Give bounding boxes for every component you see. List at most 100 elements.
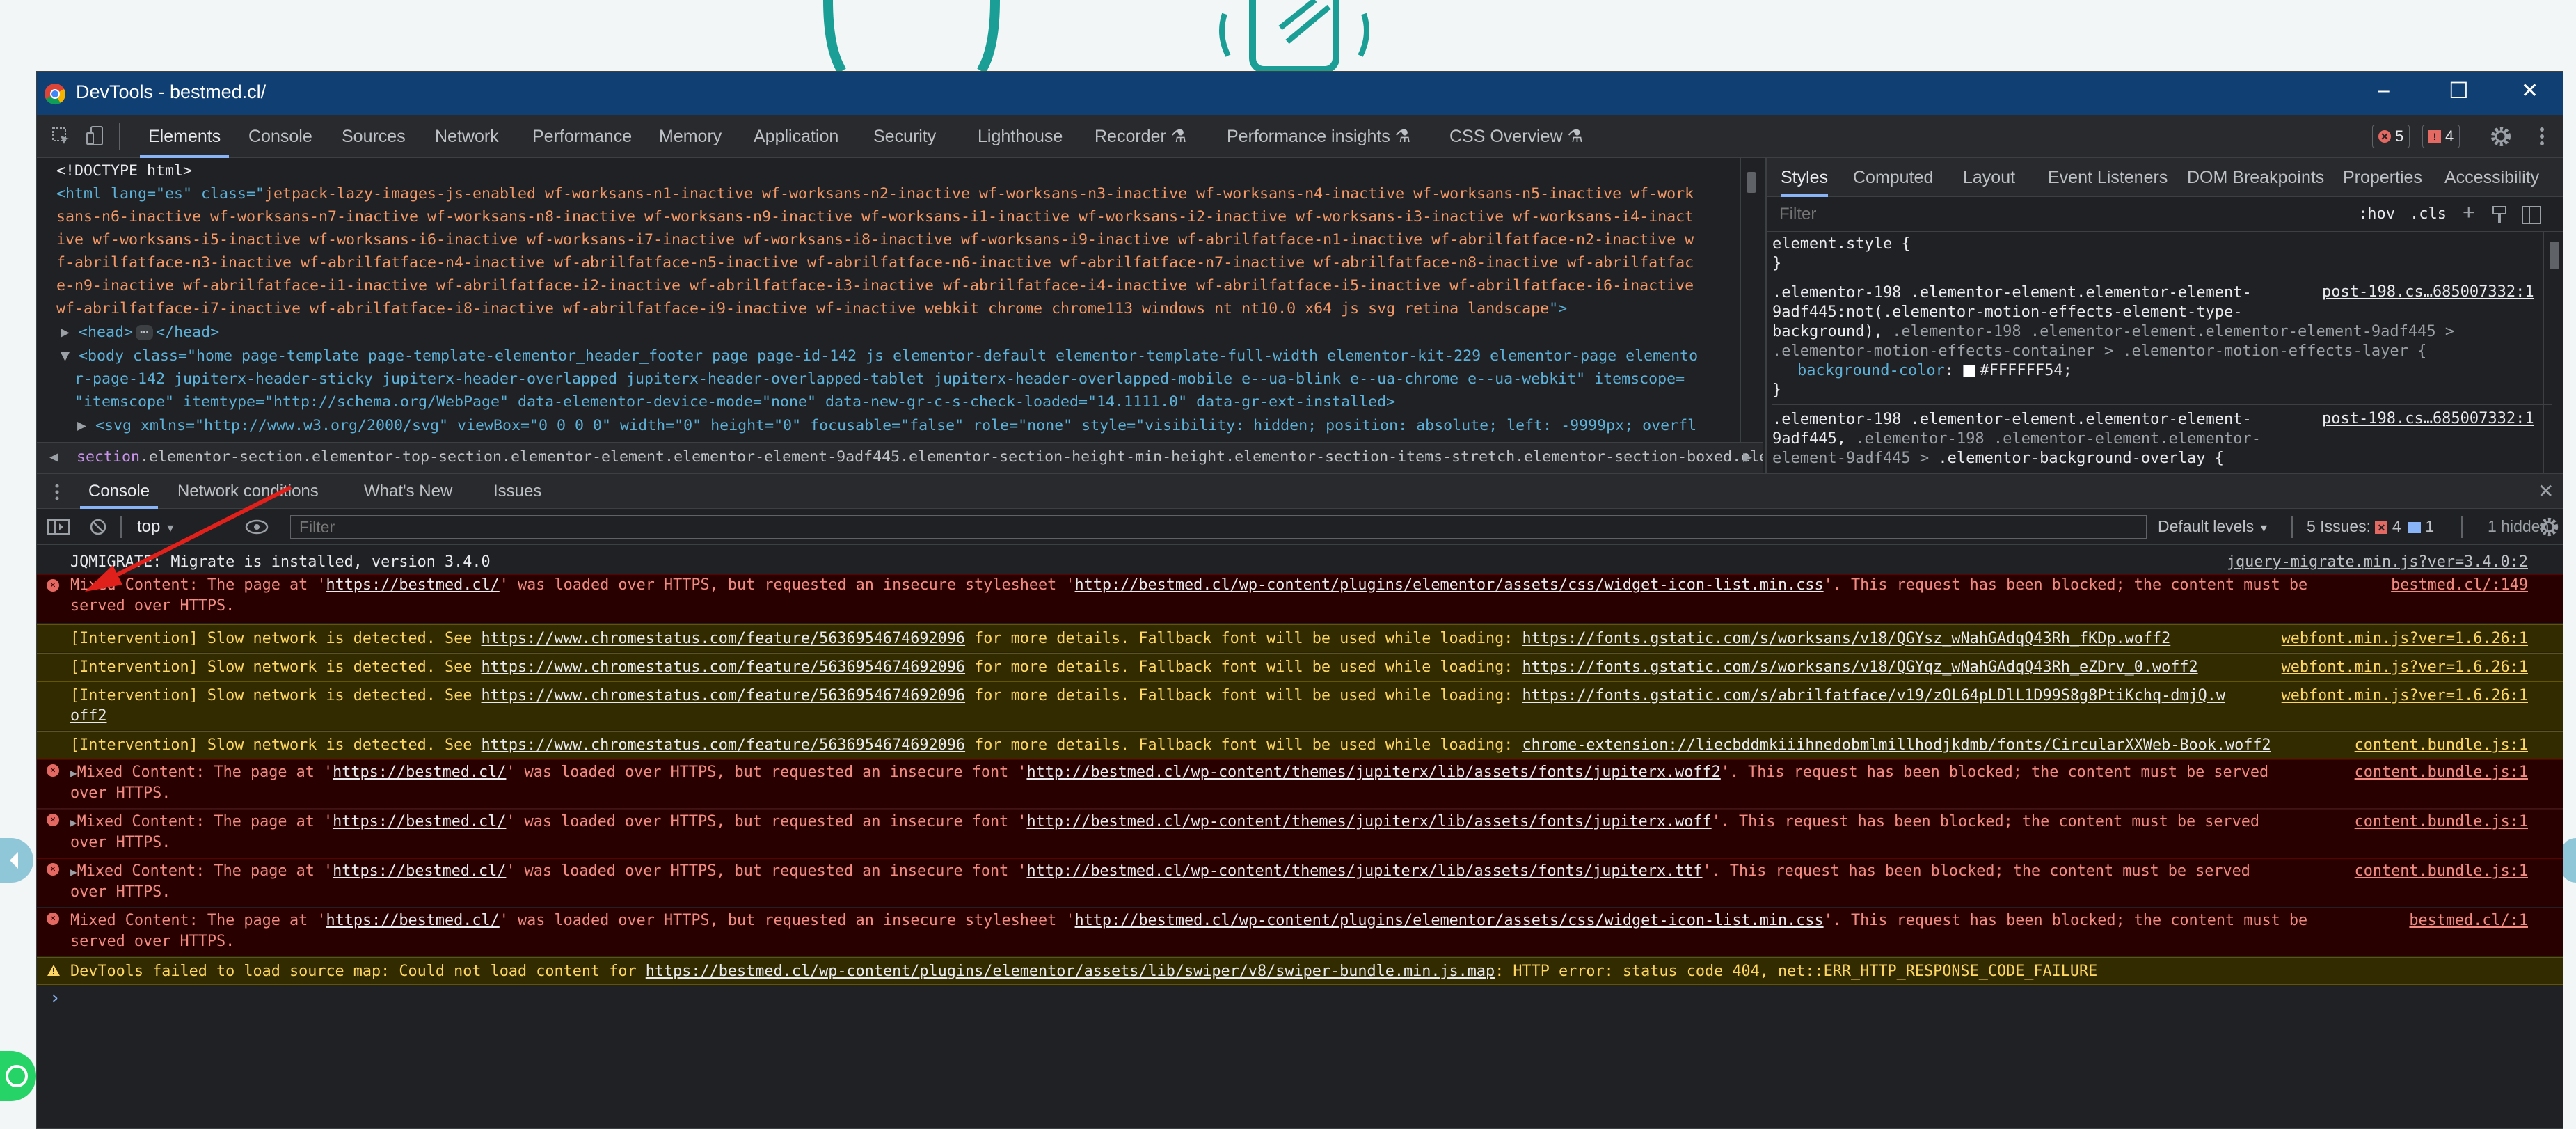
message-link[interactable]: https://bestmed.cl/ xyxy=(333,764,506,781)
color-swatch[interactable] xyxy=(1963,365,1976,377)
message-link[interactable]: chrome-extension://liecbddmkiiihnedobmlm… xyxy=(1522,736,2271,754)
head-collapsed-ellipsis[interactable]: ⋯ xyxy=(136,325,154,340)
maximize-button[interactable]: ☐ xyxy=(2449,77,2469,104)
tab-dom-breakpoints[interactable]: DOM Breakpoints xyxy=(2187,158,2324,197)
more-options-icon[interactable] xyxy=(2535,125,2549,148)
message-source-link[interactable]: content.bundle.js:1 xyxy=(2355,762,2528,783)
message-link[interactable]: https://www.chromestatus.com/feature/563… xyxy=(482,687,966,704)
rule1-declaration[interactable]: background-color: #FFFFFF54; xyxy=(1797,361,2072,381)
tab-styles[interactable]: Styles xyxy=(1781,158,1829,197)
message-source-link[interactable]: content.bundle.js:1 xyxy=(2355,861,2528,882)
elements-scrollbar[interactable] xyxy=(1740,158,1761,442)
issues-count-badge[interactable]: ! 4 xyxy=(2422,125,2460,148)
message-source-link[interactable]: bestmed.cl/:149 xyxy=(2391,575,2528,596)
breadcrumb-left-icon[interactable]: ◀ xyxy=(49,448,58,466)
message-link[interactable]: https://bestmed.cl/ xyxy=(333,813,506,830)
rule1-selector-3-dim[interactable]: .elementor-198 .elementor-element.elemen… xyxy=(1892,323,2454,340)
styles-filter-input[interactable] xyxy=(1775,203,2332,226)
body-node[interactable]: ▼ <body class="home page-template page-t… xyxy=(61,345,1744,368)
tab-console[interactable]: Console xyxy=(248,115,312,158)
minimize-button[interactable]: – xyxy=(2378,79,2390,102)
message-link[interactable]: http://bestmed.cl/wp-content/themes/jupi… xyxy=(1026,813,1711,830)
rule2-selector-1[interactable]: .elementor-198 .elementor-element.elemen… xyxy=(1772,410,2252,429)
drawer-tab-whats-new[interactable]: What's New xyxy=(364,474,452,509)
class-toggle[interactable]: .cls xyxy=(2410,205,2447,223)
tab-accessibility[interactable]: Accessibility xyxy=(2444,158,2539,197)
message-source-link[interactable]: webfont.min.js?ver=1.6.26:1 xyxy=(2282,686,2528,706)
message-link[interactable]: https://bestmed.cl/ xyxy=(326,912,499,929)
tab-application[interactable]: Application xyxy=(754,115,838,158)
tab-network[interactable]: Network xyxy=(435,115,499,158)
message-source-link[interactable]: content.bundle.js:1 xyxy=(2355,735,2528,756)
tab-elements[interactable]: Elements xyxy=(139,115,230,158)
expand-arrow-icon[interactable]: ▶ xyxy=(61,324,70,341)
paint-brush-icon[interactable] xyxy=(2490,205,2509,225)
log-levels-dropdown[interactable]: Default levels ▼ xyxy=(2158,517,2269,536)
breadcrumb-right-icon[interactable]: ▶ xyxy=(1743,443,1752,472)
message-link[interactable]: https://www.chromestatus.com/feature/563… xyxy=(482,736,966,754)
collapse-arrow-icon[interactable]: ▼ xyxy=(61,347,70,365)
message-link[interactable]: https://fonts.gstatic.com/s/abrilfatface… xyxy=(1522,687,2225,704)
console-message-error[interactable]: ✕ ▶Mixed Content: The page at 'https://b… xyxy=(37,858,2563,907)
tab-lighthouse[interactable]: Lighthouse xyxy=(978,115,1063,158)
rule2-selector-2-dim[interactable]: .elementor-198 .elementor-element.elemen… xyxy=(1855,430,2261,448)
message-source-link[interactable]: content.bundle.js:1 xyxy=(2355,812,2528,832)
expand-arrow-icon[interactable]: ▶ xyxy=(70,865,77,878)
message-line-2[interactable]: off2 xyxy=(70,706,107,727)
styles-scrollbar[interactable] xyxy=(2543,232,2563,473)
error-count-badge[interactable]: ✕ 5 xyxy=(2372,125,2410,148)
html-node[interactable]: <html lang="es" class="jetpack-lazy-imag… xyxy=(56,182,1740,205)
tab-event-listeners[interactable]: Event Listeners xyxy=(2048,158,2168,197)
tab-performance[interactable]: Performance xyxy=(532,115,632,158)
tab-recorder[interactable]: Recorder ⚗ xyxy=(1095,115,1186,158)
message-link[interactable]: http://bestmed.cl/wp-content/plugins/ele… xyxy=(1075,912,1824,929)
tab-css-overview[interactable]: CSS Overview ⚗ xyxy=(1449,115,1583,158)
message-source-link[interactable]: jquery-migrate.min.js?ver=3.4.0:2 xyxy=(2227,552,2528,573)
console-settings-gear-icon[interactable] xyxy=(2538,516,2560,538)
whatsapp-button[interactable] xyxy=(0,1051,36,1101)
message-link[interactable]: https://bestmed.cl/ xyxy=(333,862,506,880)
message-link[interactable]: https://www.chromestatus.com/feature/563… xyxy=(482,658,966,676)
breadcrumb-tag[interactable]: section xyxy=(77,448,140,466)
tab-security[interactable]: Security xyxy=(873,115,936,158)
hover-state-toggle[interactable]: :hov xyxy=(2358,205,2395,223)
message-link[interactable]: https://fonts.gstatic.com/s/worksans/v18… xyxy=(1522,658,2198,676)
message-link[interactable]: https://bestmed.cl/wp-content/plugins/el… xyxy=(646,963,1495,980)
message-link[interactable]: http://bestmed.cl/wp-content/plugins/ele… xyxy=(1075,576,1824,594)
element-style-selector[interactable]: element.style { xyxy=(1772,235,1911,254)
message-link[interactable]: http://bestmed.cl/wp-content/themes/jupi… xyxy=(1026,764,1720,781)
drawer-tab-issues[interactable]: Issues xyxy=(493,474,541,509)
toggle-sidebar-icon[interactable] xyxy=(2521,205,2542,225)
rule1-selector-1[interactable]: .elementor-198 .elementor-element.elemen… xyxy=(1772,283,2252,303)
message-link[interactable]: http://bestmed.cl/wp-content/themes/jupi… xyxy=(1026,862,1702,880)
console-prompt[interactable]: › xyxy=(49,988,61,1009)
issues-counter[interactable]: 5 Issues: ✕ 4 1 xyxy=(2307,517,2434,536)
head-node[interactable]: ▶ <head> ⋯ </head> xyxy=(61,321,1744,344)
rule2-selector-3-dim[interactable]: element-9adf445 > xyxy=(1772,450,1938,467)
message-link[interactable]: https://bestmed.cl/ xyxy=(326,576,499,594)
expand-arrow-icon[interactable]: ▶ xyxy=(77,417,86,434)
tab-performance-insights[interactable]: Performance insights ⚗ xyxy=(1227,115,1410,158)
message-link[interactable]: https://fonts.gstatic.com/s/worksans/v18… xyxy=(1522,630,2171,647)
rule2-selector-2[interactable]: 9adf445, xyxy=(1772,430,1855,448)
tab-layout[interactable]: Layout xyxy=(1963,158,2015,197)
console-filter-input[interactable] xyxy=(290,515,2147,539)
rule2-selector-3[interactable]: .elementor-background-overlay { xyxy=(1938,450,2224,467)
carousel-prev-button[interactable] xyxy=(0,838,33,883)
rule1-value[interactable]: #FFFFFF54 xyxy=(1980,362,2062,379)
close-drawer-icon[interactable]: ✕ xyxy=(2538,480,2554,503)
rule2-source-link[interactable]: post-198.cs…685007332:1 xyxy=(2322,410,2534,427)
rule1-source-link[interactable]: post-198.cs…685007332:1 xyxy=(2322,283,2534,301)
close-window-button[interactable]: ✕ xyxy=(2521,79,2538,103)
breadcrumb-path[interactable]: .elementor-section.elementor-top-section… xyxy=(140,448,1763,466)
settings-gear-icon[interactable] xyxy=(2489,125,2513,148)
tab-memory[interactable]: Memory xyxy=(659,115,722,158)
add-rule-icon[interactable]: + xyxy=(2463,201,2475,225)
rule1-property[interactable]: background-color xyxy=(1797,362,1945,379)
message-link[interactable]: https://www.chromestatus.com/feature/563… xyxy=(482,630,966,647)
rule1-selector-3[interactable]: background), xyxy=(1772,323,1892,340)
message-source-link[interactable]: webfont.min.js?ver=1.6.26:1 xyxy=(2282,629,2528,649)
message-source-link[interactable]: bestmed.cl/:1 xyxy=(2409,910,2528,931)
expand-arrow-icon[interactable]: ▶ xyxy=(70,816,77,829)
console-message-error[interactable]: ✕ ▶Mixed Content: The page at 'https://b… xyxy=(37,759,2563,808)
